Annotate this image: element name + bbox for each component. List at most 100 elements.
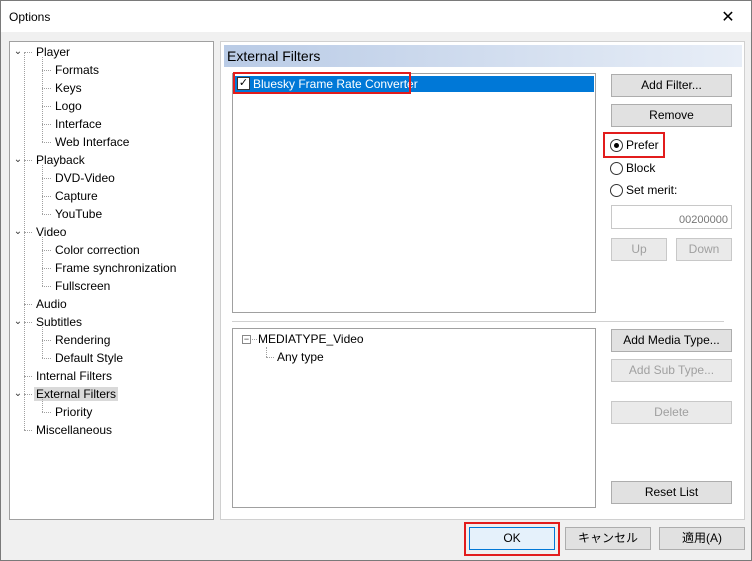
options-tree[interactable]: ⌄ Player Formats Keys Logo Interface Web Inter… bbox=[9, 41, 214, 520]
tree-connector bbox=[42, 124, 51, 125]
page-header: External Filters bbox=[224, 45, 742, 67]
tree-item-player[interactable]: Player bbox=[34, 43, 72, 61]
tree-item-label: Color correction bbox=[55, 243, 140, 257]
add-media-type-button[interactable]: Add Media Type... bbox=[611, 329, 732, 352]
tree-item-default-style[interactable]: Default Style bbox=[53, 349, 125, 367]
tree-item-label: External Filters bbox=[34, 387, 119, 401]
tree-connector bbox=[266, 347, 267, 357]
tree-item-label: Priority bbox=[55, 405, 93, 419]
tree-item-dvd-video[interactable]: DVD-Video bbox=[53, 169, 117, 187]
chevron-down-icon[interactable]: ⌄ bbox=[12, 223, 24, 241]
tree-item-rendering[interactable]: Rendering bbox=[53, 331, 112, 349]
tree-item-youtube[interactable]: YouTube bbox=[53, 205, 104, 223]
chevron-down-icon[interactable]: ⌄ bbox=[12, 43, 24, 61]
tree-item-label: Capture bbox=[55, 189, 98, 203]
tree-item-color-correction[interactable]: Color correction bbox=[53, 241, 142, 259]
tree-connector bbox=[42, 214, 51, 215]
tree-item-label: Keys bbox=[55, 81, 82, 95]
tree-item-label: YouTube bbox=[55, 207, 103, 221]
prefer-highlight-box bbox=[603, 132, 665, 158]
tree-item-label: Miscellaneous bbox=[36, 423, 113, 437]
tree-item-label: Video bbox=[36, 225, 67, 239]
tree-connector bbox=[42, 358, 51, 359]
tree-item-label: Interface bbox=[55, 117, 102, 131]
tree-item-label: Audio bbox=[36, 297, 67, 311]
add-filter-button[interactable]: Add Filter... bbox=[611, 74, 732, 97]
tree-connector bbox=[42, 327, 43, 358]
page-title: External Filters bbox=[227, 48, 321, 64]
tree-item-interface[interactable]: Interface bbox=[53, 115, 104, 133]
filters-list[interactable]: ✓ Bluesky Frame Rate Converter bbox=[232, 73, 596, 313]
section-divider bbox=[232, 321, 724, 322]
reset-list-button[interactable]: Reset List bbox=[611, 481, 732, 504]
tree-item-external-filters[interactable]: External Filters bbox=[34, 385, 119, 403]
close-icon[interactable]: ✕ bbox=[711, 5, 745, 29]
up-button[interactable]: Up bbox=[611, 238, 667, 261]
tree-item-miscellaneous[interactable]: Miscellaneous bbox=[34, 421, 114, 439]
tree-item-audio[interactable]: Audio bbox=[34, 295, 69, 313]
title-bar: Options ✕ bbox=[1, 1, 751, 32]
tree-connector bbox=[42, 286, 51, 287]
window-title: Options bbox=[9, 10, 51, 24]
merit-value-input[interactable] bbox=[611, 205, 732, 229]
remove-button[interactable]: Remove bbox=[611, 104, 732, 127]
media-type-item[interactable]: MEDIATYPE_Video bbox=[258, 331, 364, 347]
set-merit-label: Set merit: bbox=[626, 183, 678, 197]
tree-connector bbox=[42, 57, 43, 142]
add-sub-type-button[interactable]: Add Sub Type... bbox=[611, 359, 732, 382]
set-merit-radio[interactable]: Set merit: bbox=[610, 181, 690, 199]
tree-connector bbox=[42, 178, 51, 179]
chevron-down-icon[interactable]: ⌄ bbox=[12, 151, 24, 169]
tree-item-internal-filters[interactable]: Internal Filters bbox=[34, 367, 114, 385]
tree-item-video[interactable]: Video bbox=[34, 223, 68, 241]
chevron-down-icon[interactable]: ⌄ bbox=[12, 385, 24, 403]
tree-connector bbox=[42, 237, 43, 286]
tree-item-logo[interactable]: Logo bbox=[53, 97, 84, 115]
ok-highlight-box bbox=[464, 522, 560, 556]
tree-connector bbox=[42, 268, 51, 269]
tree-connector bbox=[252, 339, 257, 340]
tree-item-label: Player bbox=[36, 45, 71, 59]
filter-highlight-box bbox=[233, 72, 411, 94]
set-merit-radio-icon[interactable] bbox=[610, 184, 623, 197]
sub-type-item[interactable]: Any type bbox=[277, 349, 324, 365]
tree-item-web-interface[interactable]: Web Interface bbox=[53, 133, 131, 151]
collapse-minus-icon[interactable]: − bbox=[242, 335, 251, 344]
tree-connector bbox=[42, 106, 51, 107]
tree-item-capture[interactable]: Capture bbox=[53, 187, 100, 205]
tree-connector bbox=[42, 142, 51, 143]
tree-item-priority[interactable]: Priority bbox=[53, 403, 94, 421]
tree-connector bbox=[42, 88, 51, 89]
block-radio[interactable]: Block bbox=[610, 159, 670, 177]
tree-connector bbox=[266, 357, 274, 358]
tree-item-label: Internal Filters bbox=[36, 369, 113, 383]
tree-connector bbox=[24, 52, 25, 430]
tree-item-frame-synchronization[interactable]: Frame synchronization bbox=[53, 259, 178, 277]
tree-item-fullscreen[interactable]: Fullscreen bbox=[53, 277, 112, 295]
tree-connector bbox=[42, 70, 51, 71]
tree-item-label: Default Style bbox=[55, 351, 124, 365]
tree-connector bbox=[24, 160, 32, 161]
tree-connector bbox=[24, 232, 32, 233]
tree-item-formats[interactable]: Formats bbox=[53, 61, 101, 79]
block-radio-icon[interactable] bbox=[610, 162, 623, 175]
delete-button[interactable]: Delete bbox=[611, 401, 732, 424]
tree-connector bbox=[24, 394, 32, 395]
tree-item-label: Logo bbox=[55, 99, 82, 113]
tree-item-label: Formats bbox=[55, 63, 100, 77]
tree-connector bbox=[42, 399, 43, 412]
apply-button[interactable]: 適用(A) bbox=[659, 527, 745, 550]
tree-connector bbox=[24, 52, 32, 53]
tree-item-label: Web Interface bbox=[55, 135, 130, 149]
tree-connector bbox=[24, 322, 32, 323]
cancel-button[interactable]: キャンセル bbox=[565, 527, 651, 550]
tree-connector bbox=[42, 196, 51, 197]
tree-connector bbox=[42, 165, 43, 214]
tree-item-label: Fullscreen bbox=[55, 279, 111, 293]
tree-connector bbox=[42, 250, 51, 251]
tree-connector bbox=[42, 412, 51, 413]
tree-item-keys[interactable]: Keys bbox=[53, 79, 84, 97]
chevron-down-icon[interactable]: ⌄ bbox=[12, 313, 24, 331]
down-button[interactable]: Down bbox=[676, 238, 732, 261]
tree-item-label: DVD-Video bbox=[55, 171, 115, 185]
